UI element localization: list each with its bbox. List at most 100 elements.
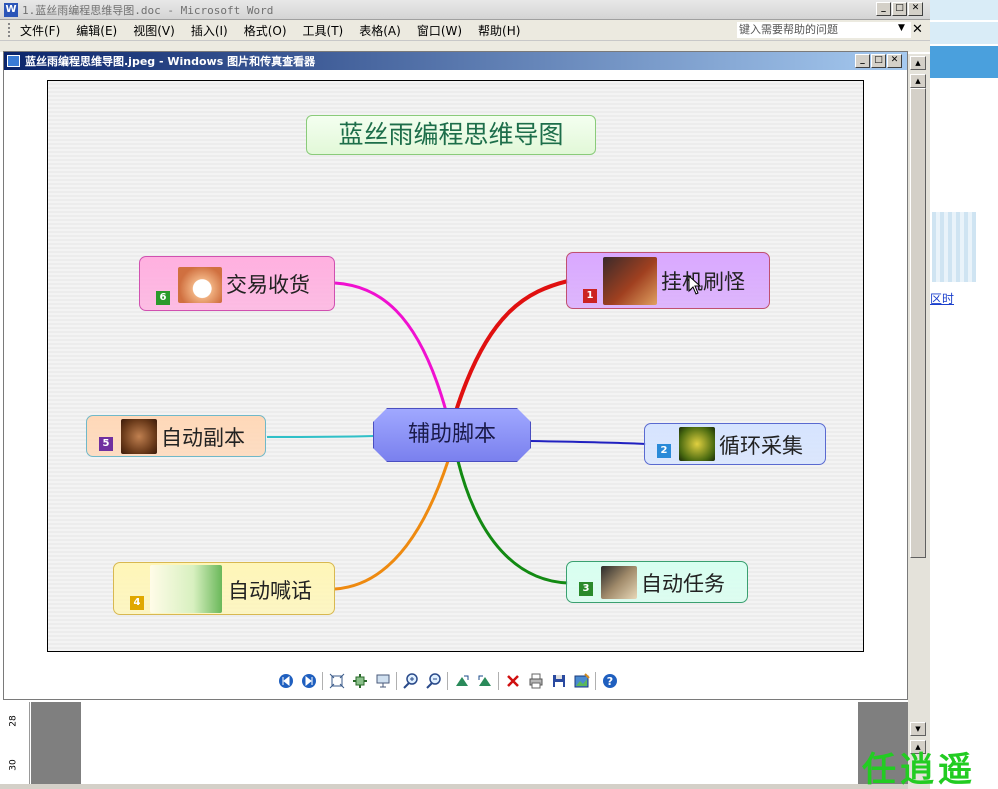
toolbar-separator [322,672,323,690]
minimize-button[interactable]: _ [876,2,891,16]
close-button[interactable]: ✕ [887,54,902,68]
open-in-editor-icon[interactable] [570,670,593,692]
strip-band [930,0,998,20]
money-bag-icon [178,267,222,303]
word-statusbar [0,784,908,789]
node-label: 自动副本 [161,426,245,450]
node-label: 交易收货 [226,273,310,297]
word-doc-icon: W [4,2,18,17]
menu-table[interactable]: 表格(A) [359,22,401,39]
map-thumbnail[interactable] [932,212,976,282]
mindmap-node-3: 3 自动任务 [566,561,748,603]
menu-edit[interactable]: 编辑(E) [76,22,117,39]
timezone-link[interactable]: 区时 [930,290,954,307]
scroll-up-icon[interactable]: ▲ [910,74,926,88]
menu-window[interactable]: 窗口(W) [417,22,462,39]
menu-file[interactable]: 文件(F) [20,22,60,39]
quest-scroll-icon [601,566,637,599]
node-label: 自动喊话 [228,579,312,603]
word-window-title: 1.蓝丝雨编程思维导图.doc - Microsoft Word [22,3,274,17]
megaphone-icon [150,565,222,613]
image-canvas: 蓝丝雨编程思维导图 辅助脚本 1 挂机刷怪 2 循环采集 3 自动任务 4 自动… [47,80,864,652]
toolbar-separator [396,672,397,690]
viewer-window-controls: _ □ ✕ [855,54,902,68]
node-number-badge: 1 [583,289,597,303]
maximize-button[interactable]: □ [892,2,907,16]
viewer-app-icon [7,55,20,67]
herb-gathering-icon [679,427,715,461]
scroll-down-icon[interactable]: ▼ [910,722,926,736]
zoom-in-icon[interactable] [399,670,422,692]
word-window-controls: _ □ ✕ [876,2,923,16]
help-icon[interactable]: ? [598,670,621,692]
help-search-input[interactable]: 键入需要帮助的问题 [736,21,912,39]
print-icon[interactable] [524,670,547,692]
mindmap-node-4: 4 自动喊话 [113,562,335,615]
background-window-strip: 区时 [930,0,998,789]
node-number-badge: 3 [579,582,593,596]
connector-4 [334,460,450,591]
mindmap-node-5: 5 自动副本 [86,415,266,457]
help-dropdown-icon[interactable]: ▼ [898,23,905,33]
scrollbar-thumb[interactable] [910,88,926,558]
ruler-tick: 28 [8,715,19,727]
ruler-tick: 30 [8,759,19,771]
word-vertical-scrollbar[interactable]: ▲ ▲ ▼ ▲ [908,54,930,789]
node-number-badge: 5 [99,437,113,451]
save-icon[interactable] [547,670,570,692]
minimize-button[interactable]: _ [855,54,870,68]
mindmap-title: 蓝丝雨编程思维导图 [306,115,596,155]
mindmap-node-6: 6 交易收货 [139,256,335,311]
menu-help[interactable]: 帮助(H) [478,22,520,39]
vertical-ruler: 28 30 [2,702,30,784]
rotate-clockwise-icon[interactable] [450,670,473,692]
menu-format[interactable]: 格式(O) [244,22,287,39]
zoom-out-icon[interactable] [422,670,445,692]
toolbar-separator [447,672,448,690]
watermark-text: 任逍遥 [862,750,976,789]
mindmap-node-1: 1 挂机刷怪 [566,252,770,309]
best-fit-icon[interactable] [325,670,348,692]
next-image-icon[interactable] [297,670,320,692]
document-close-icon[interactable]: ✕ [912,22,923,37]
node-label: 挂机刷怪 [661,270,745,294]
word-titlebar: W 1.蓝丝雨编程思维导图.doc - Microsoft Word _ □ ✕ [0,0,930,20]
strip-band [930,46,998,78]
mouse-cursor-icon [688,275,702,295]
document-page[interactable] [81,702,858,784]
menu-tools[interactable]: 工具(T) [303,22,344,39]
actual-size-icon[interactable] [348,670,371,692]
word-menubar: 文件(F) 编辑(E) 视图(V) 插入(I) 格式(O) 工具(T) 表格(A… [0,20,930,41]
node-number-badge: 2 [657,444,671,458]
prev-image-icon[interactable] [274,670,297,692]
connector-5 [266,435,375,438]
viewer-titlebar: 蓝丝雨编程思维导图.jpeg - Windows 图片和传真查看器 _ □ ✕ [4,52,907,70]
strip-band [930,22,998,44]
mindmap-center-node: 辅助脚本 [373,408,531,462]
connector-6 [334,281,448,412]
viewer-window-title: 蓝丝雨编程思维导图.jpeg - Windows 图片和传真查看器 [25,55,316,68]
toolbar-separator [595,672,596,690]
image-viewer-window: 蓝丝雨编程思维导图.jpeg - Windows 图片和传真查看器 _ □ ✕ … [3,51,908,700]
node-label: 循环采集 [719,434,803,458]
menubar-grip[interactable] [8,23,12,37]
page-margin-left [31,702,81,784]
rotate-counterclockwise-icon[interactable] [473,670,496,692]
slideshow-icon[interactable] [371,670,394,692]
toolbar-separator [498,672,499,690]
maximize-button[interactable]: □ [871,54,886,68]
viewer-toolbar: ? [274,669,621,693]
connector-2 [529,440,647,445]
close-button[interactable]: ✕ [908,2,923,16]
orc-face-icon [121,419,157,454]
delete-icon[interactable] [501,670,524,692]
scroll-up-icon[interactable]: ▲ [910,56,926,70]
connector-3 [456,460,569,585]
mindmap-node-2: 2 循环采集 [644,423,826,465]
desktop: W 1.蓝丝雨编程思维导图.doc - Microsoft Word _ □ ✕… [0,0,998,789]
node-label: 自动任务 [641,572,725,596]
menu-view[interactable]: 视图(V) [133,22,175,39]
connector-1 [454,279,569,412]
svg-text:?: ? [606,675,612,688]
menu-insert[interactable]: 插入(I) [191,22,228,39]
